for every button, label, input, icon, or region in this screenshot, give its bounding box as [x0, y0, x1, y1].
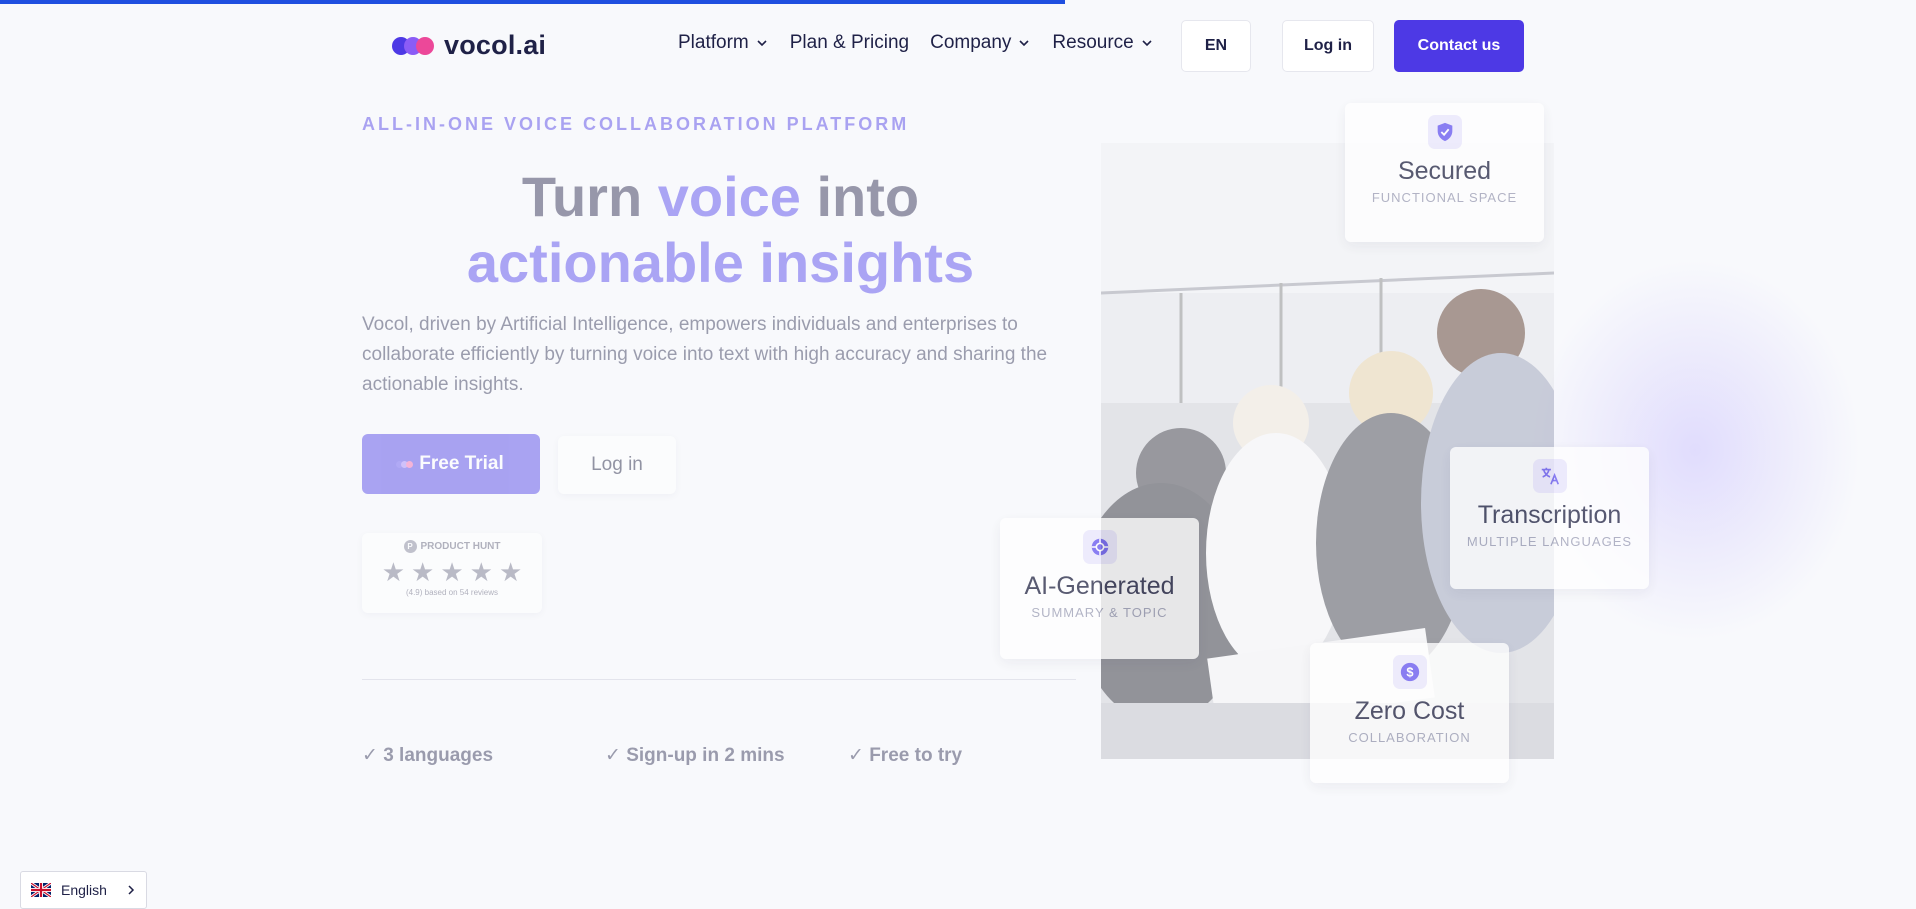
star-icon: ★ [440, 557, 464, 587]
shield-check-icon [1427, 115, 1462, 149]
feature-subtitle: FUNCTIONAL SPACE [1371, 190, 1518, 205]
star-icon: ★ [381, 557, 406, 587]
hero-login-button[interactable]: Log in [558, 436, 676, 494]
nav-item-platform[interactable]: Platform [678, 32, 769, 54]
feature-subtitle: COLLABORATION [1348, 730, 1471, 745]
free-trial-label: Free Trial [419, 453, 504, 474]
feature-card-transcription: Transcription MULTIPLE LANGUAGES [1450, 447, 1649, 589]
uk-flag-icon [31, 883, 51, 897]
feature-subtitle: MULTIPLE LANGUAGES [1466, 534, 1633, 549]
headline-text: Turn [521, 165, 658, 228]
rating-stars: ★ ★ ★ ★ ★ [382, 559, 523, 585]
product-hunt-label: PRODUCT HUNT [420, 541, 501, 552]
rating-note: (4.9) based on 54 reviews [405, 588, 499, 597]
language-label: English [61, 882, 107, 898]
headline-accent: actionable insights [466, 231, 975, 294]
main-nav: Platform Plan & Pricing Company Resource [678, 32, 1154, 54]
chevron-down-icon [757, 40, 767, 47]
check-item: ✓ Sign-up in 2 mins [605, 745, 785, 766]
nav-item-company[interactable]: Company [930, 32, 1031, 54]
svg-text:$: $ [1406, 665, 1413, 680]
feature-title: Transcription [1477, 501, 1622, 529]
chevron-down-icon [1019, 40, 1029, 47]
divider [362, 679, 1076, 680]
logo-mark-icon [396, 460, 414, 468]
language-switcher[interactable]: English [20, 871, 147, 909]
ai-chip-icon [1082, 530, 1117, 564]
feature-title: Secured [1397, 157, 1492, 185]
feature-checklist: ✓ 3 languages ✓ Sign-up in 2 mins ✓ Free… [362, 744, 1091, 767]
product-hunt-rating[interactable]: P PRODUCT HUNT ★ ★ ★ ★ ★ (4.9) based on … [362, 533, 542, 613]
free-trial-button[interactable]: Free Trial [362, 434, 540, 494]
hero-headline: Turn voice into actionable insights [362, 164, 1079, 296]
nav-label: Plan & Pricing [789, 32, 910, 53]
nav-label: Company [930, 32, 1012, 53]
contact-us-button[interactable]: Contact us [1394, 20, 1524, 72]
nav-label: Platform [678, 32, 749, 53]
feature-card-secured: Secured FUNCTIONAL SPACE [1345, 103, 1544, 242]
nav-item-plan-pricing[interactable]: Plan & Pricing [790, 32, 909, 54]
login-button[interactable]: Log in [1282, 20, 1374, 72]
star-icon: ★ [411, 557, 435, 587]
page-load-progress-bar [0, 0, 1066, 4]
dollar-icon: $ [1392, 655, 1427, 689]
translate-icon [1532, 459, 1567, 493]
star-icon: ★ [469, 557, 493, 587]
hero-description: Vocol, driven by Artificial Intelligence… [362, 314, 1048, 395]
logo-mark-icon [392, 36, 434, 55]
nav-item-resource[interactable]: Resource [1052, 32, 1153, 54]
feature-card-zero-cost: $ Zero Cost COLLABORATION [1310, 643, 1509, 783]
nav-label: Resource [1052, 32, 1134, 53]
star-icon: ★ [498, 557, 523, 587]
language-button[interactable]: EN [1181, 20, 1251, 72]
feature-subtitle: SUMMARY & TOPIC [1031, 605, 1168, 620]
check-item: ✓ 3 languages [362, 745, 494, 766]
product-hunt-icon: P [403, 540, 417, 553]
product-hunt-title: P PRODUCT HUNT [403, 540, 501, 553]
logo-text: vocol.ai [444, 30, 547, 60]
hero-eyebrow: ALL-IN-ONE VOICE COLLABORATION PLATFORM [362, 114, 910, 134]
feature-title: AI-Generated [1024, 572, 1175, 600]
chevron-down-icon [1142, 40, 1152, 47]
headline-text: into [800, 165, 920, 228]
headline-accent: voice [657, 165, 801, 228]
feature-card-ai-generated: AI-Generated SUMMARY & TOPIC [1000, 518, 1199, 659]
chevron-right-icon [128, 885, 135, 895]
vocol-logo[interactable]: vocol.ai [392, 30, 546, 61]
check-item: ✓ Free to try [848, 745, 963, 766]
feature-title: Zero Cost [1354, 697, 1465, 725]
